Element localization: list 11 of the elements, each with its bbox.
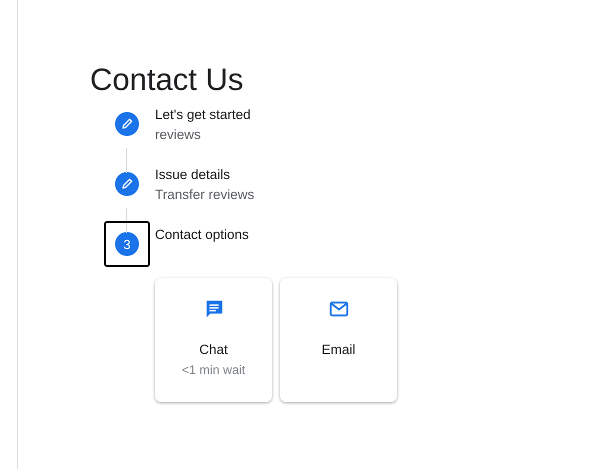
pencil-icon xyxy=(115,172,139,196)
contact-option-card[interactable]: Email xyxy=(280,278,397,402)
step-detail: Transfer reviews xyxy=(155,186,254,204)
step-label: Contact options xyxy=(155,226,249,244)
step-label: Issue details xyxy=(155,166,232,184)
contact-option-card[interactable]: Chat <1 min wait xyxy=(155,278,272,402)
step-number: 3 xyxy=(115,232,139,256)
step-detail: reviews xyxy=(155,126,202,144)
page-title: Contact Us xyxy=(90,61,244,99)
pencil-icon xyxy=(115,112,139,136)
step-label: Let's get started xyxy=(155,106,251,124)
